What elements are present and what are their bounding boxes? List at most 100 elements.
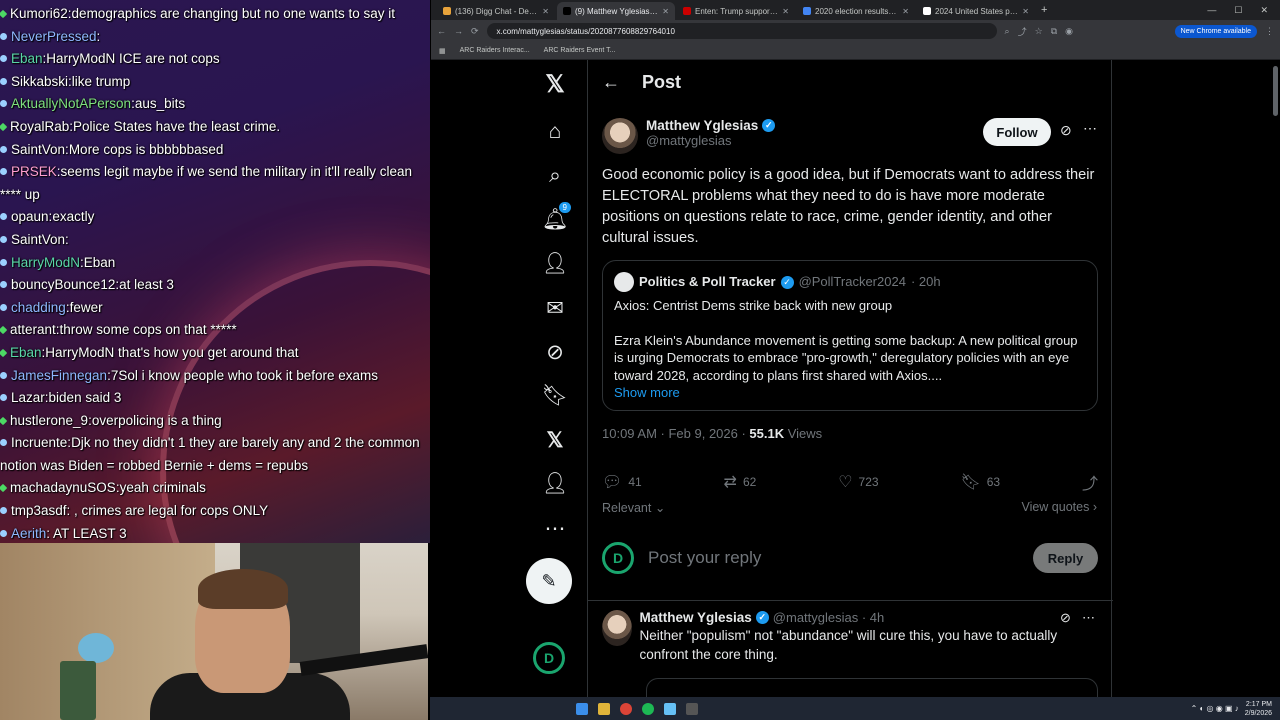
back-icon[interactable]: ← bbox=[437, 26, 446, 36]
browser-tab[interactable]: (136) Digg Chat - Destiny.gg ✕ bbox=[437, 2, 555, 20]
reply-post[interactable]: Matthew Yglesias ✓ @mattyglesias · 4h Neit… bbox=[602, 610, 1098, 698]
show-more-link[interactable]: Show more bbox=[614, 384, 1086, 402]
close-tab-icon[interactable]: ✕ bbox=[782, 7, 789, 16]
apps-icon[interactable]: ▦ bbox=[439, 47, 446, 55]
premium-x-icon[interactable]: 𝕏 bbox=[535, 420, 575, 460]
maximize-button[interactable]: ☐ bbox=[1234, 5, 1242, 16]
chat-username[interactable]: Kumori62 bbox=[10, 6, 68, 21]
chat-username[interactable]: tmp3asdf bbox=[11, 503, 67, 518]
tray-icons[interactable]: ⌃ ◐ ◎ ◉ ▣ ♪ bbox=[1191, 704, 1239, 713]
chat-username[interactable]: Eban bbox=[11, 51, 43, 66]
extensions-icon[interactable]: ⧉ bbox=[1051, 26, 1057, 37]
grok-icon[interactable]: ⊘ bbox=[1060, 610, 1071, 626]
chat-username[interactable]: Incruente bbox=[11, 435, 67, 450]
bookmark-2[interactable]: ARC Raiders Event T... bbox=[544, 47, 616, 54]
author-handle[interactable]: @mattyglesias bbox=[646, 133, 775, 148]
chrome-icon[interactable] bbox=[620, 702, 632, 715]
chat-username[interactable]: hustlerone_9 bbox=[10, 413, 88, 428]
chat-username[interactable]: JamesFinnegan bbox=[11, 368, 107, 383]
profile-icon[interactable]: ◉ bbox=[1065, 26, 1073, 37]
follow-people-icon[interactable]: 👤︎ bbox=[535, 244, 575, 284]
reply-action[interactable]: 💬︎ 41 bbox=[602, 470, 642, 494]
spotify-icon[interactable] bbox=[642, 702, 654, 715]
file-explorer-icon[interactable] bbox=[598, 702, 610, 715]
browser-tab[interactable]: Enten: Trump support 'absolut... ✕ bbox=[677, 2, 795, 20]
chat-username[interactable]: bouncyBounce12 bbox=[11, 277, 115, 292]
share-action[interactable]: ⤴ bbox=[1082, 470, 1098, 494]
steam-icon[interactable] bbox=[664, 702, 676, 715]
close-tab-icon[interactable]: ✕ bbox=[1022, 7, 1029, 16]
update-chrome-button[interactable]: New Chrome available bbox=[1174, 24, 1257, 38]
new-tab-button[interactable]: + bbox=[1041, 4, 1047, 16]
close-tab-icon[interactable]: ✕ bbox=[542, 7, 549, 16]
view-quotes-link[interactable]: View quotes › bbox=[1021, 500, 1097, 514]
tab-label: Enten: Trump support 'absolut... bbox=[695, 6, 778, 16]
avatar[interactable] bbox=[602, 118, 638, 154]
author-name[interactable]: Matthew Yglesias bbox=[646, 118, 758, 133]
start-icon[interactable] bbox=[576, 702, 588, 715]
more-options-icon[interactable]: ⋯ bbox=[1083, 120, 1098, 137]
chat-username[interactable]: NeverPressed bbox=[11, 29, 97, 44]
bookmark-action[interactable]: 🔖︎ 63 bbox=[960, 470, 1000, 494]
close-window-button[interactable]: ✕ bbox=[1260, 5, 1268, 16]
sort-replies-dropdown[interactable]: Relevant ⌄ bbox=[602, 500, 665, 515]
close-tab-icon[interactable]: ✕ bbox=[902, 7, 909, 16]
chat-username[interactable]: AktuallyNotAPerson bbox=[11, 96, 131, 111]
clock[interactable]: 2:17 PM 2/9/2026 bbox=[1245, 700, 1272, 718]
chat-username[interactable]: RoyalRab bbox=[10, 119, 69, 134]
compose-post-button[interactable]: ✎ bbox=[526, 558, 572, 604]
grok-icon[interactable]: ⊘ bbox=[535, 332, 575, 372]
browser-tab[interactable]: 2020 election results - Google ... ✕ bbox=[797, 2, 915, 20]
search-icon[interactable]: ⌕ bbox=[535, 156, 575, 196]
repost-action[interactable]: ⇄ 62 bbox=[724, 470, 757, 494]
avatar[interactable] bbox=[602, 610, 632, 646]
follow-button[interactable]: Follow bbox=[983, 118, 1051, 146]
chat-username[interactable]: Lazar bbox=[11, 390, 45, 405]
bookmarks-icon[interactable]: 🔖︎ bbox=[535, 376, 575, 416]
chat-username[interactable]: SaintVon bbox=[11, 142, 65, 157]
chat-username[interactable]: machadaynuSOS bbox=[10, 480, 116, 495]
chat-username[interactable]: HarryModN bbox=[11, 255, 80, 270]
forward-icon[interactable]: → bbox=[454, 26, 463, 36]
chat-username[interactable]: atterant bbox=[10, 322, 56, 337]
app-icon[interactable] bbox=[686, 702, 698, 715]
reply-input[interactable]: Post your reply bbox=[648, 548, 1019, 568]
browser-tab[interactable]: 2024 United States presidentia... ✕ bbox=[917, 2, 1035, 20]
browser-tab[interactable]: (9) Matthew Yglesias on X: "Go... ✕ bbox=[557, 2, 675, 20]
bookmark-star-icon[interactable]: ☆ bbox=[1035, 26, 1043, 37]
share-icon[interactable]: ⤴ bbox=[1018, 25, 1027, 38]
chat-username[interactable]: PRSEK bbox=[11, 164, 57, 179]
reply-author-name[interactable]: Matthew Yglesias bbox=[640, 610, 752, 625]
reply-button[interactable]: Reply bbox=[1033, 543, 1098, 573]
chat-message: tmp3asdf: , crimes are legal for cops ON… bbox=[0, 500, 426, 523]
bookmark-1[interactable]: ARC Raiders Interac... bbox=[460, 47, 530, 54]
messages-icon[interactable]: ✉ bbox=[535, 288, 575, 328]
chat-username[interactable]: SaintVon bbox=[11, 232, 65, 247]
minimize-button[interactable]: — bbox=[1207, 5, 1216, 15]
destiny-logo-icon[interactable]: D bbox=[533, 642, 565, 674]
post-timestamp[interactable]: 10:09 AM · Feb 9, 2026 · bbox=[602, 426, 749, 441]
quoted-post[interactable]: Politics & Poll Tracker ✓ @PollTracker20… bbox=[602, 260, 1098, 411]
chat-username[interactable]: chadding bbox=[11, 300, 66, 315]
like-action[interactable]: ♡ 723 bbox=[838, 470, 878, 494]
menu-icon[interactable]: ⋮ bbox=[1265, 26, 1274, 37]
notifications-icon[interactable]: 🔔︎ 9 bbox=[535, 200, 575, 240]
x-logo-icon[interactable]: 𝕏 bbox=[535, 64, 575, 104]
back-arrow-icon[interactable]: ← bbox=[602, 72, 620, 93]
nested-quote[interactable] bbox=[646, 678, 1098, 698]
home-icon[interactable]: ⌂ bbox=[535, 112, 575, 152]
profile-icon[interactable]: 👤︎ bbox=[535, 464, 575, 504]
zoom-icon[interactable]: ⌕ bbox=[1005, 26, 1010, 37]
chat-username[interactable]: Aerith bbox=[11, 526, 46, 541]
url-field[interactable]: x.com/mattyglesias/status/20208776088297… bbox=[486, 23, 997, 39]
page-scrollbar[interactable] bbox=[1273, 66, 1278, 116]
chat-message: hustlerone_9:overpolicing is a thing bbox=[0, 410, 426, 433]
close-tab-icon[interactable]: ✕ bbox=[662, 7, 669, 16]
grok-icon[interactable]: ⊘ bbox=[1060, 122, 1072, 139]
reload-icon[interactable]: ⟳ bbox=[471, 26, 479, 37]
more-icon[interactable]: ⋯ bbox=[535, 508, 575, 548]
chat-username[interactable]: opaun bbox=[11, 209, 49, 224]
chat-username[interactable]: Sikkabski bbox=[11, 74, 68, 89]
chat-username[interactable]: Eban bbox=[10, 345, 42, 360]
more-options-icon[interactable]: ⋯ bbox=[1082, 610, 1095, 626]
